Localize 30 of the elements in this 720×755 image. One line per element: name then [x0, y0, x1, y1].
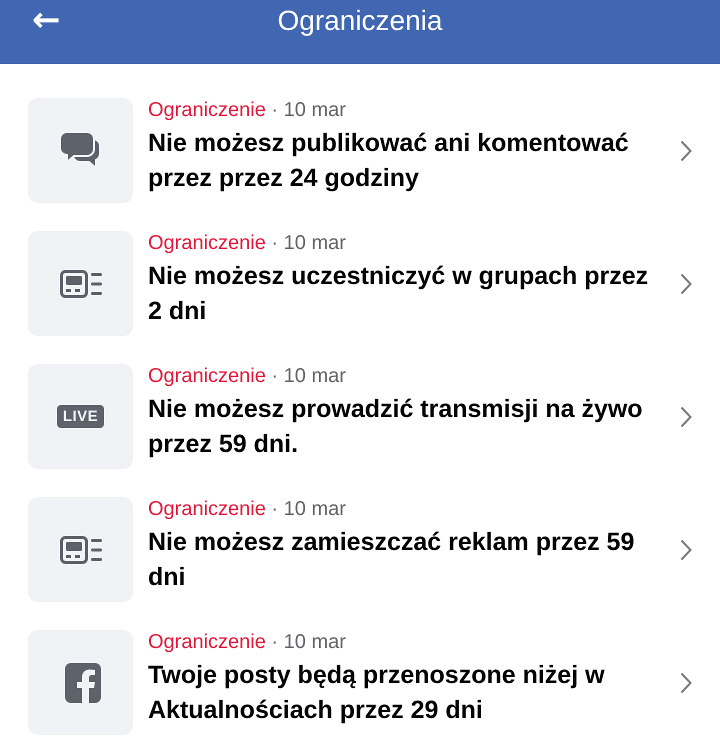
restriction-text[interactable]: Twoje posty będą przenoszone niżej w Aktualnościach przez 29 dni	[148, 658, 663, 728]
restriction-text[interactable]: Nie możesz zamieszczać reklam przez 59 dni	[148, 525, 663, 595]
restriction-date: 10 mar	[284, 631, 346, 653]
separator-dot: ·	[271, 232, 278, 254]
separator-dot: ·	[271, 631, 278, 653]
separator-dot: ·	[271, 365, 278, 387]
chevron-right-icon[interactable]	[680, 672, 692, 694]
restriction-text[interactable]: Nie możesz uczestniczyć w grupach przez 2 dni	[148, 259, 663, 329]
restriction-label: Ograniczenie	[148, 232, 266, 254]
restriction-label: Ograniczenie	[148, 631, 266, 653]
card-list-icon	[60, 536, 102, 564]
restriction-text[interactable]: Nie możesz prowadzić transmisji na żywo przez 59 dni.	[148, 392, 663, 462]
live-badge: LIVE	[56, 405, 104, 428]
restriction-text[interactable]: Nie możesz publikować ani komentować przez przez 24 godziny	[148, 126, 663, 196]
chevron-right-icon[interactable]	[680, 406, 692, 428]
restriction-date: 10 mar	[284, 99, 346, 121]
separator-dot: ·	[271, 99, 278, 121]
chevron-right-icon[interactable]	[680, 273, 692, 295]
card-list-icon	[60, 270, 102, 298]
restriction-date: 10 mar	[284, 365, 346, 387]
restriction-label: Ograniczenie	[148, 365, 266, 387]
restriction-label: Ograniczenie	[148, 99, 266, 121]
chevron-right-icon[interactable]	[680, 539, 692, 561]
chevron-right-icon[interactable]	[680, 140, 692, 162]
restriction-label: Ograniczenie	[148, 498, 266, 520]
page-title: Ograniczenia	[278, 5, 442, 37]
back-button[interactable]: ←	[28, 2, 64, 38]
restriction-date: 10 mar	[284, 232, 346, 254]
restriction-date: 10 mar	[284, 498, 346, 520]
separator-dot: ·	[271, 498, 278, 520]
